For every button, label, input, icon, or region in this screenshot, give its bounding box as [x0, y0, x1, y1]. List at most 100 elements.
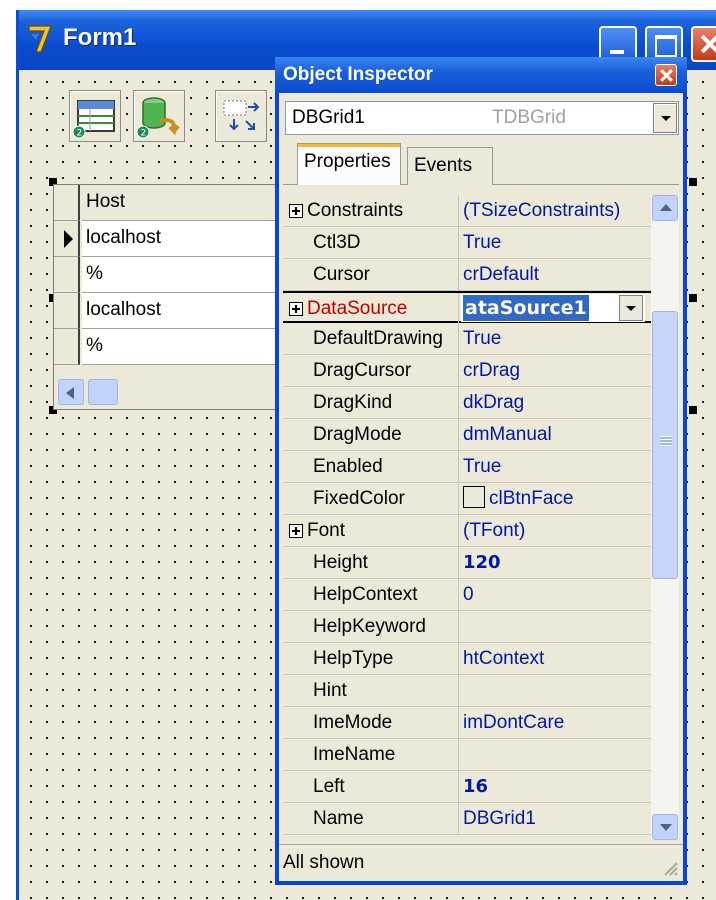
- selection-handle[interactable]: [689, 294, 697, 302]
- column-divider: [458, 323, 459, 355]
- property-value[interactable]: DBGrid1: [463, 803, 536, 834]
- property-value-selected-text[interactable]: ataSource1: [463, 295, 589, 321]
- grid-cell[interactable]: %: [82, 329, 292, 365]
- property-row[interactable]: Ctl3D True: [283, 227, 651, 259]
- property-value-text: clBtnFace: [489, 488, 574, 509]
- property-value[interactable]: clBtnFace: [463, 483, 573, 514]
- column-divider: [458, 579, 459, 611]
- property-value[interactable]: crDefault: [463, 259, 539, 290]
- table-row[interactable]: %: [54, 257, 292, 293]
- object-selector-combobox[interactable]: DBGrid1 TDBGrid: [285, 101, 679, 135]
- property-row[interactable]: Left 16: [283, 771, 651, 803]
- grid-indicator-cell: [54, 257, 80, 293]
- selection-handle[interactable]: [689, 178, 697, 186]
- property-name: Ctl3D: [313, 232, 361, 253]
- dbgrid1[interactable]: Host localhost % localhost %: [53, 184, 293, 410]
- status-text: All shown: [283, 852, 365, 873]
- property-row[interactable]: HelpKeyword: [283, 611, 651, 643]
- property-value[interactable]: 16: [463, 771, 488, 802]
- property-name: ImeMode: [313, 712, 393, 733]
- resize-grip-icon[interactable]: [661, 859, 679, 877]
- navigator-component-icon[interactable]: [215, 90, 267, 142]
- property-row[interactable]: ImeMode imDontCare: [283, 707, 651, 739]
- expand-plus-icon[interactable]: [289, 204, 303, 218]
- inspector-close-button[interactable]: [655, 64, 677, 86]
- grid-column-header-host[interactable]: Host: [82, 185, 292, 221]
- property-value[interactable]: 120: [463, 547, 501, 578]
- property-row[interactable]: DragKind dkDrag: [283, 387, 651, 419]
- property-value[interactable]: True: [463, 323, 501, 354]
- property-name: Left: [313, 776, 345, 797]
- property-value[interactable]: crDrag: [463, 355, 520, 386]
- property-name: DragCursor: [313, 360, 412, 381]
- property-row[interactable]: Name DBGrid1: [283, 803, 651, 835]
- column-divider: [458, 259, 459, 291]
- property-value[interactable]: (TSizeConstraints): [463, 195, 620, 226]
- grid-cell[interactable]: localhost: [82, 293, 292, 329]
- property-row[interactable]: ImeName: [283, 739, 651, 771]
- grid-cell[interactable]: localhost: [82, 221, 292, 257]
- property-name: HelpKeyword: [313, 616, 426, 637]
- grid-indicator-cell: [54, 293, 80, 329]
- property-name: FixedColor: [313, 488, 405, 509]
- object-inspector-window: Object Inspector DBGrid1 TDBGrid Propert…: [275, 57, 687, 885]
- close-button[interactable]: [691, 26, 716, 62]
- property-grid-vertical-scrollbar[interactable]: [651, 195, 679, 840]
- property-value-combobox[interactable]: ataSource1: [461, 294, 645, 322]
- property-name: ImeName: [313, 744, 396, 765]
- column-divider: [458, 611, 459, 643]
- table-row[interactable]: %: [54, 329, 292, 365]
- column-divider: [458, 643, 459, 675]
- property-row[interactable]: Enabled True: [283, 451, 651, 483]
- scroll-left-icon[interactable]: [58, 379, 84, 405]
- property-row[interactable]: HelpContext 0: [283, 579, 651, 611]
- property-row[interactable]: FixedColor clBtnFace: [283, 483, 651, 515]
- scroll-thumb[interactable]: [652, 311, 678, 579]
- grid-cell[interactable]: %: [82, 257, 292, 293]
- svg-text:2: 2: [141, 129, 147, 139]
- property-value[interactable]: True: [463, 451, 501, 482]
- property-row[interactable]: DragCursor crDrag: [283, 355, 651, 387]
- property-row[interactable]: Height 120: [283, 547, 651, 579]
- property-row[interactable]: DefaultDrawing True: [283, 323, 651, 355]
- column-divider: [458, 547, 459, 579]
- object-inspector-title: Object Inspector: [283, 64, 433, 85]
- property-value[interactable]: (TFont): [463, 515, 525, 546]
- property-value[interactable]: 0: [463, 579, 474, 610]
- expand-plus-icon[interactable]: [289, 524, 303, 538]
- property-grid[interactable]: Constraints (TSizeConstraints) Ctl3D True Cu…: [283, 195, 651, 840]
- property-row[interactable]: Constraints (TSizeConstraints): [283, 195, 651, 227]
- property-value[interactable]: dmManual: [463, 419, 552, 450]
- property-row[interactable]: DragMode dmManual: [283, 419, 651, 451]
- property-value[interactable]: dkDrag: [463, 387, 524, 418]
- property-value[interactable]: imDontCare: [463, 707, 564, 738]
- tab-properties[interactable]: Properties: [297, 143, 401, 185]
- table-row[interactable]: localhost: [54, 221, 292, 257]
- scroll-down-icon[interactable]: [652, 814, 678, 840]
- tab-events[interactable]: Events: [407, 147, 493, 185]
- property-row[interactable]: Hint: [283, 675, 651, 707]
- expand-plus-icon[interactable]: [289, 302, 303, 316]
- property-name: HelpContext: [313, 584, 418, 605]
- dbgrid-component-icon[interactable]: 2: [69, 90, 121, 142]
- property-name: DataSource: [307, 298, 408, 319]
- inspector-statusbar: All shown: [279, 844, 683, 881]
- arrows-icon: [223, 100, 260, 131]
- property-row[interactable]: HelpType htContext: [283, 643, 651, 675]
- property-row[interactable]: DataSource ataSource1: [283, 291, 651, 325]
- chevron-down-icon[interactable]: [619, 295, 643, 321]
- property-value[interactable]: True: [463, 227, 501, 258]
- scroll-up-icon[interactable]: [652, 195, 678, 221]
- database-component-icon[interactable]: 2: [133, 90, 185, 142]
- property-value[interactable]: htContext: [463, 643, 544, 674]
- chevron-down-icon[interactable]: [653, 103, 677, 133]
- property-row[interactable]: Font (TFont): [283, 515, 651, 547]
- table-row[interactable]: localhost: [54, 293, 292, 329]
- selection-handle[interactable]: [689, 406, 697, 414]
- grid-horizontal-scrollbar[interactable]: [54, 375, 292, 409]
- property-row[interactable]: Cursor crDefault: [283, 259, 651, 291]
- property-name: DragMode: [313, 424, 402, 445]
- scroll-thumb[interactable]: [88, 379, 118, 405]
- column-divider: [458, 293, 459, 325]
- object-inspector-titlebar[interactable]: Object Inspector: [275, 57, 687, 93]
